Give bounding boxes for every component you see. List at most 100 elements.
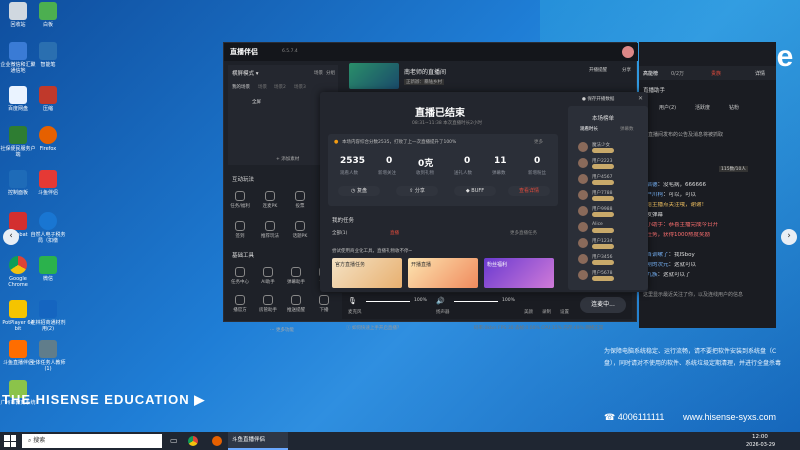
leaderboard-item[interactable]: 用户5678 — [578, 270, 638, 282]
add-material-button[interactable]: + 添加素材 — [276, 156, 299, 162]
record-button[interactable]: 录制 — [542, 309, 551, 315]
leaderboard-item[interactable]: 魔法少女 — [578, 142, 638, 154]
scene-item-fullscreen[interactable]: 全屏 — [252, 99, 261, 105]
task-tab-live[interactable]: 直播 — [390, 230, 399, 236]
tool-checkin[interactable]: 签到 — [224, 221, 256, 239]
my-tasks-title: 我的任务 — [332, 218, 355, 224]
more-tasks-link[interactable]: 更多直播任务 — [510, 230, 537, 236]
panel-detail-button[interactable]: 详情 — [755, 70, 765, 77]
avatar — [578, 142, 588, 152]
speaker-volume-slider[interactable] — [454, 301, 498, 302]
speaker-label: 扬声器 — [436, 310, 450, 315]
desktop-icon-douyu[interactable]: 斗鱼伴侣 — [30, 170, 66, 196]
scene-mode-dropdown[interactable]: 横屏模式 ▾ — [232, 69, 259, 77]
danmaku-icon — [291, 267, 301, 277]
tool-topic-pk[interactable]: 话题PK — [284, 221, 316, 239]
tab-users[interactable]: 用户(2) — [659, 104, 676, 111]
tab-diamond[interactable]: 钻粉 — [729, 104, 739, 111]
chat-line: 及发弹幕 — [641, 212, 664, 218]
replay-button[interactable]: ◷ 复盘 — [338, 186, 380, 196]
save-data-toggle[interactable]: ● 保存开播数据 — [582, 96, 614, 102]
rank-col-danmaku[interactable]: 弹幕数 — [620, 126, 634, 132]
taskbar-firefox-icon[interactable] — [212, 436, 222, 446]
tool-task[interactable]: 任务/福利 — [224, 191, 256, 209]
viewer-count: 115数/10人 — [719, 166, 748, 172]
mic-volume-slider[interactable] — [366, 301, 410, 302]
quickstart-hint[interactable]: ⓘ 如何快速上手开启直播？ — [346, 325, 401, 331]
task-card-fans[interactable]: 粉丝福利 — [484, 258, 554, 288]
task-view-icon[interactable]: ▭ — [170, 436, 178, 445]
desktop-icon-archive[interactable]: 压缩 — [30, 86, 66, 112]
mic-pk-icon — [265, 191, 275, 201]
tool-end-live[interactable]: 下播 — [308, 295, 340, 313]
firefox-icon — [39, 126, 57, 144]
desktop-icon-recruit[interactable]: 连林招商通材剂用(2) — [30, 300, 66, 332]
live-reminder-button[interactable]: 开播提醒 — [589, 67, 607, 73]
desktop-icon-smart-pen[interactable]: 智能笔 — [30, 42, 66, 68]
beauty-button[interactable]: 美颜 — [524, 309, 533, 315]
ai-assistant-icon — [263, 267, 273, 277]
dialog-close-button[interactable]: ✕ — [638, 95, 643, 102]
control-panel-icon — [9, 170, 27, 188]
taskbar-chrome-icon[interactable] — [188, 436, 198, 446]
buff-button[interactable]: ◆ BUFF — [454, 186, 496, 196]
prev-page-button[interactable]: ‹ — [3, 229, 19, 245]
tool-vote[interactable]: 投票 — [284, 191, 316, 209]
task-card-live[interactable]: 开播直播 — [408, 258, 478, 288]
leaderboard-item[interactable]: 用户1234 — [578, 238, 638, 250]
group-tab[interactable]: 分组 — [326, 70, 335, 76]
leaderboard-item[interactable]: Alice — [578, 222, 638, 234]
desktop-icon-firefox[interactable]: Firefox — [30, 126, 66, 152]
user-avatar[interactable] — [622, 46, 634, 58]
desktop-icon-teachers[interactable]: 全体任务人教师(1) — [30, 340, 66, 372]
stat-follows-value: 0 — [386, 156, 393, 166]
leaderboard-item[interactable]: 用户4567 — [578, 174, 638, 186]
info-icon: ● — [334, 139, 339, 145]
more-features-button[interactable]: ⋯ 更多功能 — [270, 327, 294, 333]
scene-tab-2[interactable]: 场景2 — [274, 84, 286, 90]
leaderboard-item[interactable]: 用户3456 — [578, 254, 638, 266]
vip-tab[interactable]: 贵族 — [711, 70, 721, 77]
room-thumbnail[interactable] — [349, 63, 399, 89]
leaderboard-item[interactable]: 用户7788 — [578, 190, 638, 202]
tool-recommend[interactable]: 推荐玩法 — [254, 221, 286, 239]
tool-mic-pk[interactable]: 连麦PK — [254, 191, 286, 209]
score-summary: 本场内容综合分数2535，打败了上一次直播提升了100% — [342, 140, 457, 145]
high-energy-rank-tab[interactable]: 高能榜 — [643, 70, 658, 77]
document-icon — [39, 340, 57, 358]
taskbar-app-douyu[interactable]: 斗鱼直播伴侣 — [228, 432, 288, 450]
more-link[interactable]: 更多 — [534, 139, 543, 145]
taskbar-search[interactable]: ⌕ 搜索 — [22, 434, 162, 448]
task-tab-all[interactable]: 全部(1) — [332, 230, 347, 236]
leaderboard-item[interactable]: 用户9988 — [578, 206, 638, 218]
avatar — [578, 270, 588, 280]
app-version: 6.5.7.4 — [282, 49, 298, 54]
share-result-button[interactable]: ⇪ 分享 — [396, 186, 438, 196]
room-badge: 正新辦：暴陆乡村 — [404, 79, 444, 85]
stat-fans-label: 新增粉丝 — [528, 171, 546, 176]
start-button[interactable] — [4, 435, 16, 447]
scene-tab-3[interactable]: 场景3 — [294, 84, 306, 90]
task-icon — [235, 191, 245, 201]
view-details-button[interactable]: 查看详情 — [508, 186, 550, 196]
desktop-icon-whiteboard[interactable]: 白板 — [30, 2, 66, 28]
leaderboard-item[interactable]: 用户2223 — [578, 158, 638, 170]
scene-tab-1[interactable]: 场景 — [258, 84, 267, 90]
tab-activity[interactable]: 活跃度 — [695, 104, 710, 111]
speaker-icon[interactable]: 🔊 — [436, 297, 445, 305]
task-card-official[interactable]: 官方直播任务 — [332, 258, 402, 288]
settings-button[interactable]: 设置 — [560, 309, 569, 315]
next-page-button[interactable]: › — [781, 229, 797, 245]
mic-icon[interactable]: 🎙 — [348, 297, 357, 305]
desktop-icon-tax[interactable]: 自然人电子税务局（扣缴 — [30, 212, 66, 244]
chat-line: 我刚的次元：这就可以 — [641, 262, 697, 268]
power-icon — [319, 295, 329, 305]
scene-tab[interactable]: 场景 — [314, 70, 323, 76]
live-status-button[interactable]: 连麦中... — [580, 297, 626, 313]
wecom-icon — [9, 42, 27, 60]
clock-date: 2026-03-29 — [746, 442, 776, 448]
desktop-icon-wechat[interactable]: 微信 — [30, 256, 66, 282]
rank-col-duration[interactable]: 观看时长 — [580, 126, 598, 132]
share-button[interactable]: 分享 — [622, 67, 631, 73]
chat-line: 帮九族：这就可以了 — [641, 272, 691, 278]
